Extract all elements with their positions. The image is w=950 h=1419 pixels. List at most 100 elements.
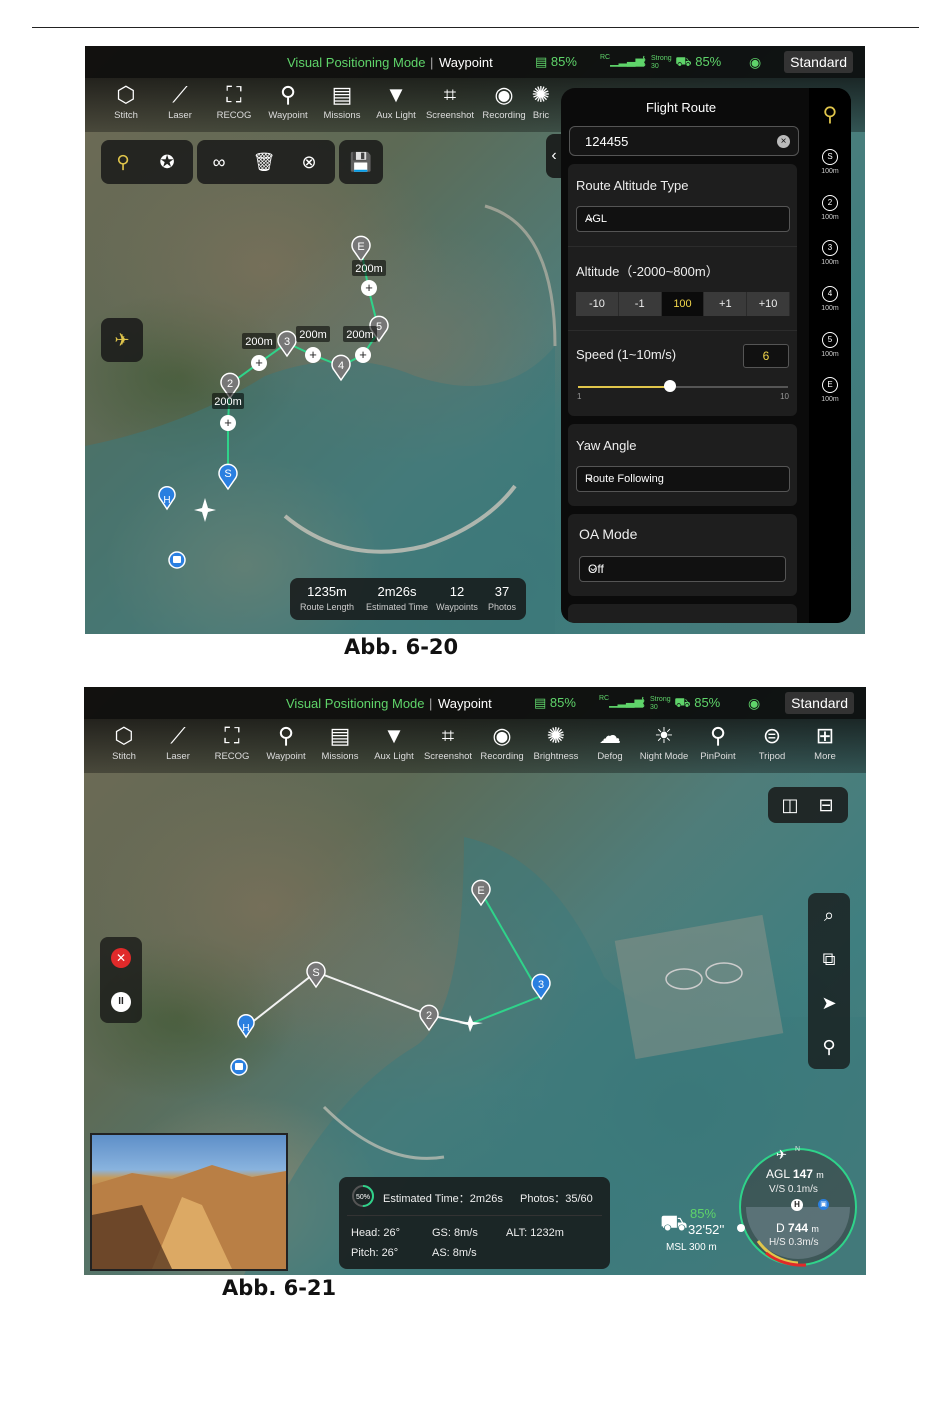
route-stats-bar: 1235m Route Length 2m26s Estimated Time 12… bbox=[290, 578, 526, 620]
tool-missions[interactable]: ▤ Missions bbox=[315, 82, 369, 121]
camera-preview[interactable] bbox=[90, 1133, 288, 1271]
altitude-plus-10-button[interactable]: +10 bbox=[747, 292, 790, 316]
tool-stitch[interactable]: ⬡ Stitch bbox=[97, 723, 151, 762]
add-point-button[interactable]: ⚲ bbox=[105, 144, 141, 180]
altitude-minus-10-button[interactable]: -10 bbox=[576, 292, 619, 316]
add-waypoint-marker[interactable]: + bbox=[355, 347, 371, 363]
battery-icon: ▤ bbox=[535, 54, 548, 69]
tool-missions[interactable]: ▤ Missions bbox=[313, 723, 367, 762]
route-length-stat: 1235m Route Length bbox=[299, 584, 355, 612]
rc-location-icon: ▣ bbox=[818, 1199, 829, 1210]
oa-select[interactable]: Off ⌄ bbox=[579, 556, 786, 582]
page-top-rule bbox=[32, 27, 919, 28]
split-view-button[interactable]: ◫ bbox=[772, 787, 808, 823]
svg-text:S: S bbox=[224, 468, 231, 480]
waypoint-marker-e[interactable]: E bbox=[351, 235, 371, 263]
altitude-type-select[interactable]: AGL ⌄ bbox=[576, 206, 790, 232]
signal-bars-icon: ▁▂▃▅ bbox=[609, 696, 643, 708]
tool-laser[interactable]: ⟋ Laser bbox=[153, 82, 207, 121]
waypoint-marker-3[interactable]: 3 bbox=[277, 330, 297, 358]
svg-text:50%: 50% bbox=[356, 1194, 370, 1201]
add-waypoint-marker[interactable]: + bbox=[251, 355, 267, 371]
speed-slider[interactable] bbox=[578, 380, 788, 392]
svg-text:E: E bbox=[357, 241, 364, 253]
tool-screenshot[interactable]: ⌗ Screenshot bbox=[421, 723, 475, 762]
tool-aux-light[interactable]: ▼ Aux Light bbox=[367, 723, 421, 762]
route-link-button[interactable]: ∞ bbox=[201, 144, 237, 180]
takeoff-button[interactable]: ✈ bbox=[101, 318, 143, 362]
altitude-plus-1-button[interactable]: +1 bbox=[704, 292, 748, 316]
route-list-icon[interactable]: ⚲ bbox=[813, 102, 847, 127]
tool-recog[interactable]: ⛶ RECOG bbox=[207, 82, 261, 121]
divider bbox=[347, 1215, 602, 1216]
agl-readout: AGL 147 m bbox=[766, 1167, 824, 1181]
distance-readout: D 744 m bbox=[776, 1221, 819, 1235]
rc-label: RC bbox=[600, 54, 611, 61]
pause-mission-button[interactable]: II bbox=[111, 992, 131, 1012]
waypoint-list-item[interactable]: 3 100m bbox=[813, 237, 847, 266]
segment-distance-label: 200m bbox=[242, 333, 276, 349]
tool-recog[interactable]: ⛶ RECOG bbox=[205, 723, 259, 762]
route-link-icon: ∞ bbox=[212, 151, 226, 172]
tool-tripod[interactable]: ⊜ Tripod bbox=[745, 723, 799, 762]
tool-more[interactable]: ⊞ More bbox=[798, 723, 852, 762]
tool-pinpoint[interactable]: ⚲ PinPoint bbox=[691, 723, 745, 762]
svg-text:+: + bbox=[365, 280, 373, 295]
add-waypoint-marker[interactable]: + bbox=[361, 280, 377, 296]
tool-stitch[interactable]: ⬡ Stitch bbox=[99, 82, 153, 121]
speed-input[interactable]: 6 bbox=[743, 344, 789, 368]
tool-defog[interactable]: ☁ Defog bbox=[583, 723, 637, 762]
chevron-down-icon: ⌄ bbox=[588, 560, 599, 574]
waypoint-list-item[interactable]: 5 100m bbox=[813, 329, 847, 358]
map-layers-button[interactable]: ⧉ bbox=[808, 937, 850, 981]
tool-aux-light[interactable]: ▼ Aux Light bbox=[369, 82, 423, 121]
air-speed: AS: 8m/s bbox=[432, 1247, 477, 1259]
photos-count: Photos：35/60 bbox=[520, 1193, 593, 1205]
locate-button[interactable]: ➤ bbox=[808, 981, 850, 1025]
clear-input-icon[interactable]: × bbox=[777, 135, 790, 148]
waypoint-list-item[interactable]: 2 100m bbox=[813, 192, 847, 221]
altitude-value-input[interactable]: 100 bbox=[661, 292, 705, 316]
collapse-panel-button[interactable]: ‹ bbox=[546, 134, 562, 178]
pip-layout-button[interactable]: ⊟ bbox=[808, 787, 844, 823]
defog-icon: ☁ bbox=[599, 723, 621, 748]
route-button[interactable]: ⚲ bbox=[808, 1025, 850, 1069]
waypoint-list-item[interactable]: 4 100m bbox=[813, 283, 847, 312]
tool-night-mode[interactable]: ☀ Night Mode bbox=[637, 723, 691, 762]
tool-brightness-truncated[interactable]: ✺ Bric bbox=[523, 82, 559, 121]
pip-layout-icon: ⊟ bbox=[818, 794, 834, 815]
add-waypoint-marker[interactable]: + bbox=[220, 415, 236, 431]
poi-button[interactable]: ✪ bbox=[149, 144, 185, 180]
waypoint-marker-s[interactable]: S bbox=[306, 961, 326, 989]
laser-icon: ⟋ bbox=[170, 723, 186, 748]
add-waypoint-marker[interactable]: + bbox=[305, 347, 321, 363]
tool-screenshot[interactable]: ⌗ Screenshot bbox=[423, 82, 477, 121]
tool-recording[interactable]: ◉ Recording bbox=[475, 723, 529, 762]
svg-text:4: 4 bbox=[338, 360, 344, 372]
aircraft-battery: ▤ 85% bbox=[535, 54, 577, 69]
waypoint-list-item[interactable]: S 100m bbox=[813, 146, 847, 175]
waypoint-list-item[interactable]: E 100m bbox=[813, 374, 847, 403]
yaw-select[interactable]: Route Following ⌄ bbox=[576, 466, 790, 492]
horizontal-speed: H/S 0.3m/s bbox=[769, 1237, 819, 1248]
speed-slider-handle[interactable] bbox=[664, 380, 677, 392]
flight-profile-button[interactable]: Standard bbox=[785, 692, 854, 714]
search-button[interactable]: ⌕ bbox=[808, 893, 850, 937]
tool-waypoint[interactable]: ⚲ Waypoint bbox=[261, 82, 315, 121]
tool-laser[interactable]: ⟋ Laser bbox=[151, 723, 205, 762]
delete-button[interactable]: 🗑 bbox=[246, 144, 282, 180]
svg-text:H: H bbox=[163, 495, 170, 506]
clear-button[interactable]: ⊗ bbox=[291, 144, 327, 180]
chevron-down-icon: ⌄ bbox=[585, 470, 596, 484]
route-name-field[interactable]: 124455 × bbox=[569, 126, 799, 156]
altitude-minus-1-button[interactable]: -1 bbox=[618, 292, 662, 316]
rc-battery-icon: ⛟ bbox=[660, 1210, 688, 1235]
altitude-stepper: -10 -1 100 +1 +10 bbox=[576, 292, 790, 316]
flight-profile-button[interactable]: Standard bbox=[784, 51, 853, 73]
stop-mission-button[interactable]: ✕ bbox=[111, 948, 131, 968]
brightness-icon: ✺ bbox=[546, 723, 566, 748]
tool-brightness[interactable]: ✺ Brightness bbox=[529, 723, 583, 762]
tool-waypoint[interactable]: ⚲ Waypoint bbox=[259, 723, 313, 762]
satellite-icon: ⌇ bbox=[640, 695, 647, 710]
save-button[interactable]: 💾 bbox=[343, 144, 379, 180]
